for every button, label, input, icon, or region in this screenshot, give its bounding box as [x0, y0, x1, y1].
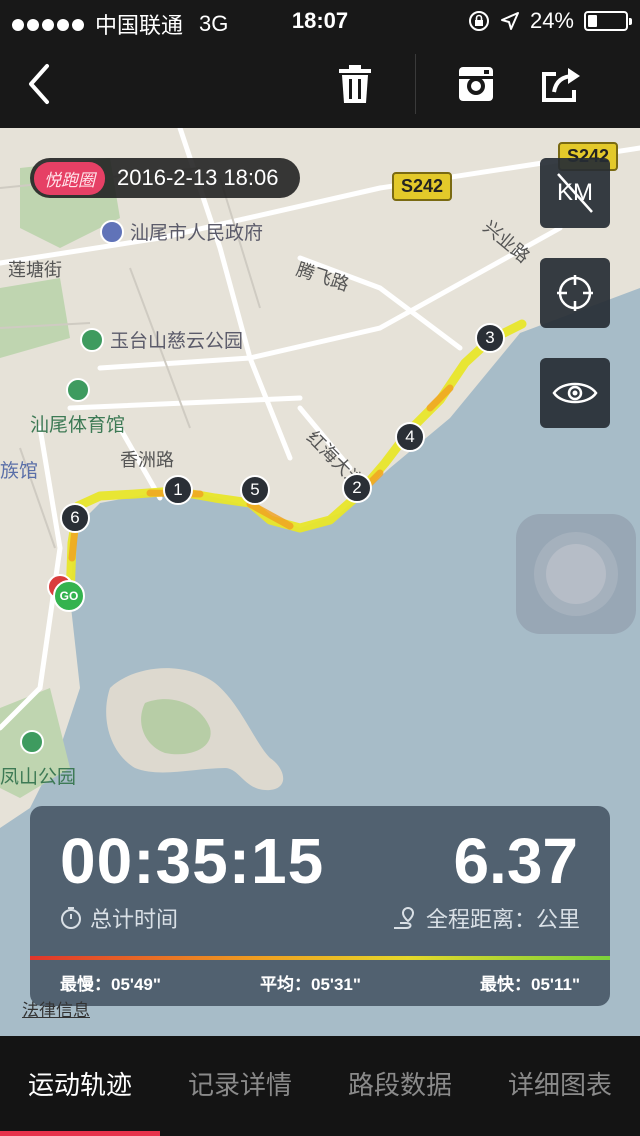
km-marker-5[interactable]: 5 [240, 475, 270, 505]
route-map[interactable]: 汕尾市人民政府 玉台山慈云公园 汕尾体育馆 族馆 凤山公园 莲塘街 腾飞路 兴业… [0, 128, 640, 1036]
km-marker-6[interactable]: 6 [60, 503, 90, 533]
run-stats-panel: 00:35:15 6.37 总计时间 全程距离：公里 最慢：05'49" 平均：… [30, 806, 610, 1006]
total-time-label: 总计时间 [60, 902, 178, 934]
legal-info-link[interactable]: 法律信息 [22, 996, 90, 1021]
poi-stadium-label: 汕尾体育馆 [30, 415, 126, 436]
app-badge: 悦跑圈 [34, 161, 105, 195]
poi-park-label: 玉台山慈云公园 [110, 331, 244, 352]
tab-route[interactable]: 运动轨迹 [0, 1036, 160, 1136]
road-liantang: 莲塘街 [8, 260, 62, 280]
park-icon [20, 730, 44, 754]
instagram-button[interactable] [446, 40, 506, 128]
road-shield-s242: S242 [392, 172, 453, 201]
poi-museum-label: 族馆 [0, 461, 39, 482]
park-icon [80, 327, 104, 352]
battery-icon [584, 11, 632, 31]
share-button[interactable] [530, 40, 594, 128]
chevron-left-icon [29, 64, 49, 104]
eye-icon [552, 382, 598, 404]
km-marker-2[interactable]: 2 [342, 473, 372, 503]
camera-icon [459, 67, 493, 101]
poi-fengshan-park[interactable] [20, 730, 44, 754]
trash-icon [339, 65, 371, 103]
distance-value: 6.37 [453, 825, 578, 897]
locate-button[interactable] [540, 258, 610, 328]
poi-park[interactable]: 玉台山慈云公园 [80, 326, 243, 353]
run-date: 2016-2-13 18:06 [117, 165, 279, 190]
run-date-pill: 悦跑圈 2016-2-13 18:06 [30, 158, 301, 198]
poi-museum: 族馆 [0, 456, 38, 483]
stadium-icon [66, 378, 90, 402]
clock-icon [61, 907, 81, 929]
delete-button[interactable] [325, 40, 385, 128]
crosshair-icon [557, 275, 593, 311]
tab-segment-data[interactable]: 路段数据 [320, 1036, 480, 1136]
poi-government-label: 汕尾市人民政府 [130, 223, 264, 244]
location-arrow-icon [500, 12, 519, 30]
start-marker[interactable]: GO [53, 580, 85, 612]
pace-gradient-bar [30, 956, 610, 960]
km-marker-4[interactable]: 4 [395, 422, 425, 452]
joystick-knob[interactable] [546, 544, 606, 604]
status-right: 24% [468, 8, 632, 34]
fastest-pace: 最快：05'11" [480, 975, 580, 994]
distance-label: 全程距离：公里 [392, 902, 580, 934]
km-marker-3[interactable]: 3 [475, 323, 505, 353]
strike-icon [557, 173, 593, 213]
poi-fengshan-label: 凤山公园 [0, 762, 76, 789]
road-xiangzhou: 香洲路 [120, 450, 174, 470]
total-time-text: 总计时间 [90, 907, 179, 932]
distance-text: 全程距离：公里 [425, 907, 580, 932]
joystick-control[interactable] [516, 514, 636, 634]
average-pace: 平均：05'31" [260, 975, 361, 994]
route-pin-icon [393, 906, 414, 929]
share-icon [542, 68, 580, 102]
bottom-tabs: 运动轨迹 记录详情 路段数据 详细图表 [0, 1036, 640, 1136]
slowest-pace: 最慢：05'49" [60, 975, 161, 994]
rotation-lock-icon [468, 11, 489, 31]
tab-detailed-charts[interactable]: 详细图表 [480, 1036, 640, 1136]
poi-fengshan-text: 凤山公园 [0, 767, 77, 788]
km-toggle-button[interactable]: KM [540, 158, 610, 228]
poi-government[interactable]: 汕尾市人民政府 [100, 218, 263, 245]
status-bar: 中国联通 3G 18:07 24% [0, 0, 640, 40]
total-time-value: 00:35:15 [60, 825, 325, 897]
toolbar-divider [415, 54, 416, 114]
back-button[interactable] [10, 40, 70, 128]
tab-record-details[interactable]: 记录详情 [160, 1036, 320, 1136]
view-toggle-button[interactable] [540, 358, 610, 428]
poi-stadium[interactable]: 汕尾体育馆 [30, 410, 125, 437]
battery-percent: 24% [529, 8, 574, 33]
top-toolbar [0, 40, 640, 128]
active-tab-indicator [0, 1131, 160, 1136]
km-marker-1[interactable]: 1 [163, 475, 193, 505]
government-icon [100, 219, 124, 244]
